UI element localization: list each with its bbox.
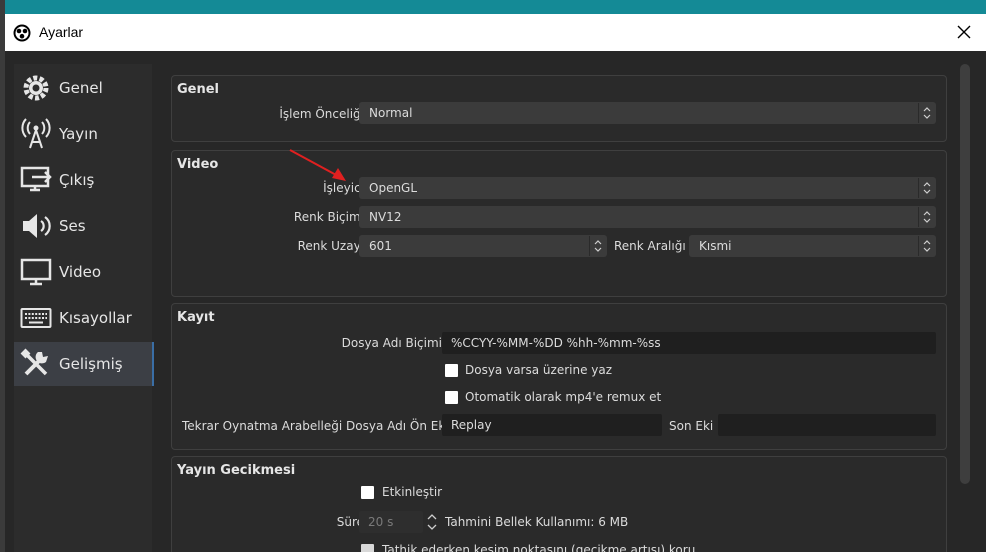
process-priority-label: İşlem Önceliği — [279, 107, 364, 121]
chevron-updown-icon — [918, 178, 931, 198]
auto-remux-checkbox[interactable] — [445, 391, 458, 404]
sidebar-item-video[interactable]: Video — [14, 250, 152, 294]
background-window-strip — [0, 0, 986, 14]
stream-delay-group: Yayın Gecikmesi Etkinleştir Süre 20 s Ta… — [171, 456, 947, 552]
broadcast-icon — [21, 118, 51, 149]
color-format-select[interactable]: NV12 — [359, 206, 936, 228]
gear-icon — [23, 75, 49, 101]
group-title: Yayın Gecikmesi — [177, 463, 296, 478]
auto-remux-label: Otomatik olarak mp4'e remux et — [465, 390, 662, 404]
title-bar: Ayarlar — [5, 14, 986, 51]
chevron-updown-icon — [918, 207, 931, 227]
renderer-select[interactable]: OpenGL — [359, 177, 936, 199]
overwrite-checkbox[interactable] — [445, 364, 458, 377]
window-title: Ayarlar — [39, 24, 84, 40]
output-icon — [20, 166, 52, 192]
suffix-label: Son Eki — [669, 419, 714, 433]
chevron-updown-icon — [918, 236, 931, 256]
sidebar-item-label: Yayın — [59, 125, 98, 143]
color-range-label: Renk Aralığı — [614, 239, 686, 253]
preserve-cutoff-checkbox[interactable] — [361, 544, 374, 552]
sidebar-item-label: Gelişmiş — [59, 355, 123, 373]
process-priority-select[interactable]: Normal — [359, 102, 936, 124]
sidebar-item-label: Kısayollar — [59, 309, 132, 327]
sidebar-item-general[interactable]: Genel — [14, 66, 152, 110]
filename-format-label: Dosya Adı Biçimi — [341, 336, 442, 350]
sidebar-item-advanced[interactable]: Gelişmiş — [14, 342, 154, 386]
settings-content: Genel İşlem Önceliği Normal Video İşleyi… — [162, 64, 962, 552]
duration-stepper-icon[interactable] — [425, 511, 439, 533]
color-space-select[interactable]: 601 — [359, 235, 607, 257]
sidebar-item-hotkeys[interactable]: Kısayollar — [14, 296, 152, 340]
monitor-icon — [20, 258, 52, 286]
tools-icon — [20, 348, 48, 376]
sidebar-item-stream[interactable]: Yayın — [14, 112, 152, 156]
color-format-label: Renk Biçimi — [293, 210, 364, 224]
close-icon[interactable] — [954, 22, 974, 42]
enable-delay-label: Etkinleştir — [382, 485, 443, 499]
sidebar-item-label: Genel — [59, 79, 103, 97]
replay-prefix-input[interactable]: Replay — [442, 414, 662, 436]
sidebar-item-label: Video — [59, 263, 102, 281]
settings-window: Ayarlar Genel Yayın Çıkış Ses Video Kısa… — [5, 14, 986, 552]
chevron-updown-icon — [918, 103, 931, 123]
filename-format-input[interactable]: %CCYY-%MM-%DD %hh-%mm-%ss — [442, 332, 936, 354]
general-group: Genel İşlem Önceliği Normal — [171, 75, 947, 142]
duration-input[interactable]: 20 s — [359, 511, 423, 533]
memory-usage-text: Tahmini Bellek Kullanımı: 6 MB — [445, 515, 629, 529]
keyboard-icon — [20, 308, 52, 328]
enable-delay-checkbox[interactable] — [361, 486, 374, 499]
red-annotation-arrow-icon — [289, 149, 346, 181]
color-space-label: Renk Uzayı — [297, 239, 364, 253]
sidebar-item-audio[interactable]: Ses — [14, 204, 152, 248]
color-range-select[interactable]: Kısmi — [689, 235, 936, 257]
sidebar-item-output[interactable]: Çıkış — [14, 158, 152, 202]
vertical-scrollbar[interactable] — [960, 64, 970, 484]
group-title: Video — [177, 157, 219, 172]
speaker-icon — [23, 214, 51, 238]
group-title: Kayıt — [177, 310, 215, 325]
recording-group: Kayıt Dosya Adı Biçimi %CCYY-%MM-%DD %hh… — [171, 303, 947, 450]
suffix-input[interactable] — [718, 414, 936, 436]
settings-sidebar: Genel Yayın Çıkış Ses Video Kısayollar G… — [14, 64, 154, 552]
sidebar-item-label: Çıkış — [59, 171, 95, 189]
preserve-cutoff-label: Tathik ederken kesim noktasını (gecikme … — [382, 543, 696, 552]
replay-prefix-label: Tekrar Oynatma Arabelleği Dosya Adı Ön E… — [182, 419, 449, 433]
overwrite-label: Dosya varsa üzerine yaz — [465, 363, 613, 377]
sidebar-item-label: Ses — [59, 217, 86, 235]
obs-logo-icon — [13, 24, 31, 42]
chevron-updown-icon — [589, 236, 602, 256]
group-title: Genel — [177, 82, 220, 97]
